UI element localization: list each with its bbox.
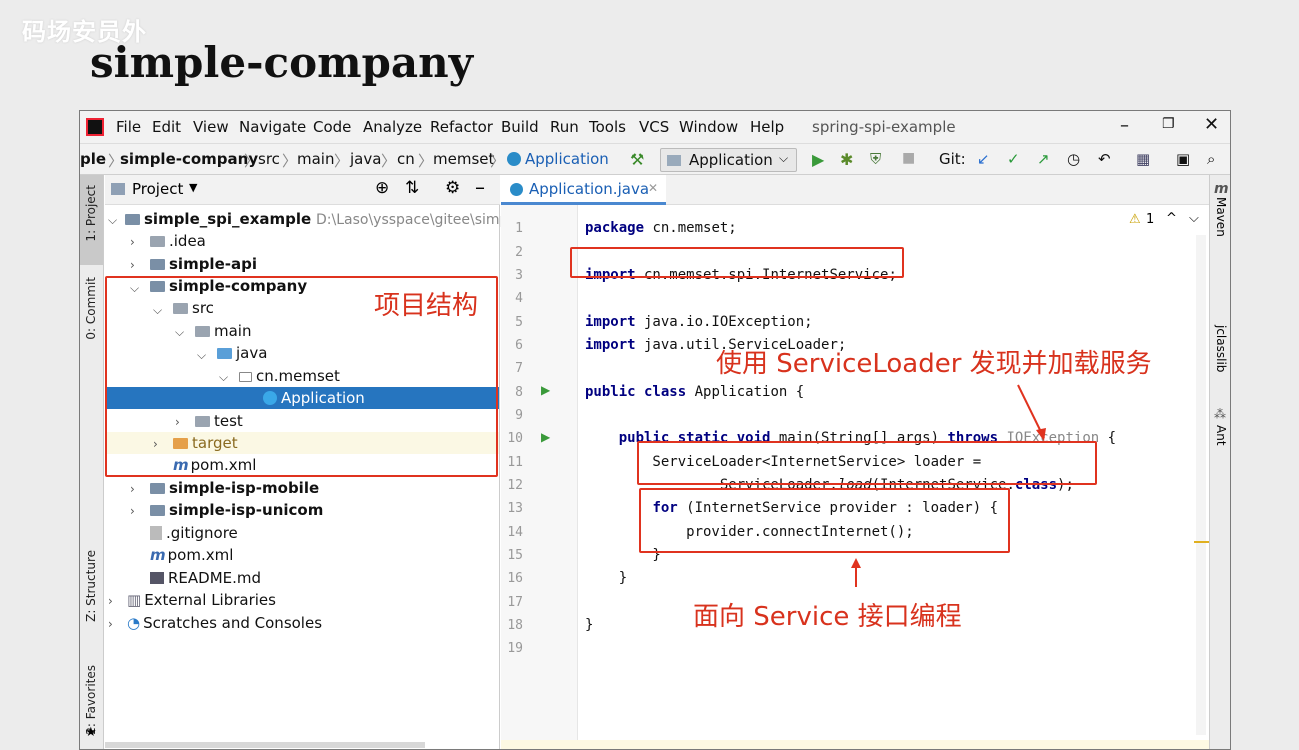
arrow-head — [851, 558, 861, 568]
arrow-head — [1036, 428, 1046, 441]
annotation-arrows — [851, 384, 1046, 587]
